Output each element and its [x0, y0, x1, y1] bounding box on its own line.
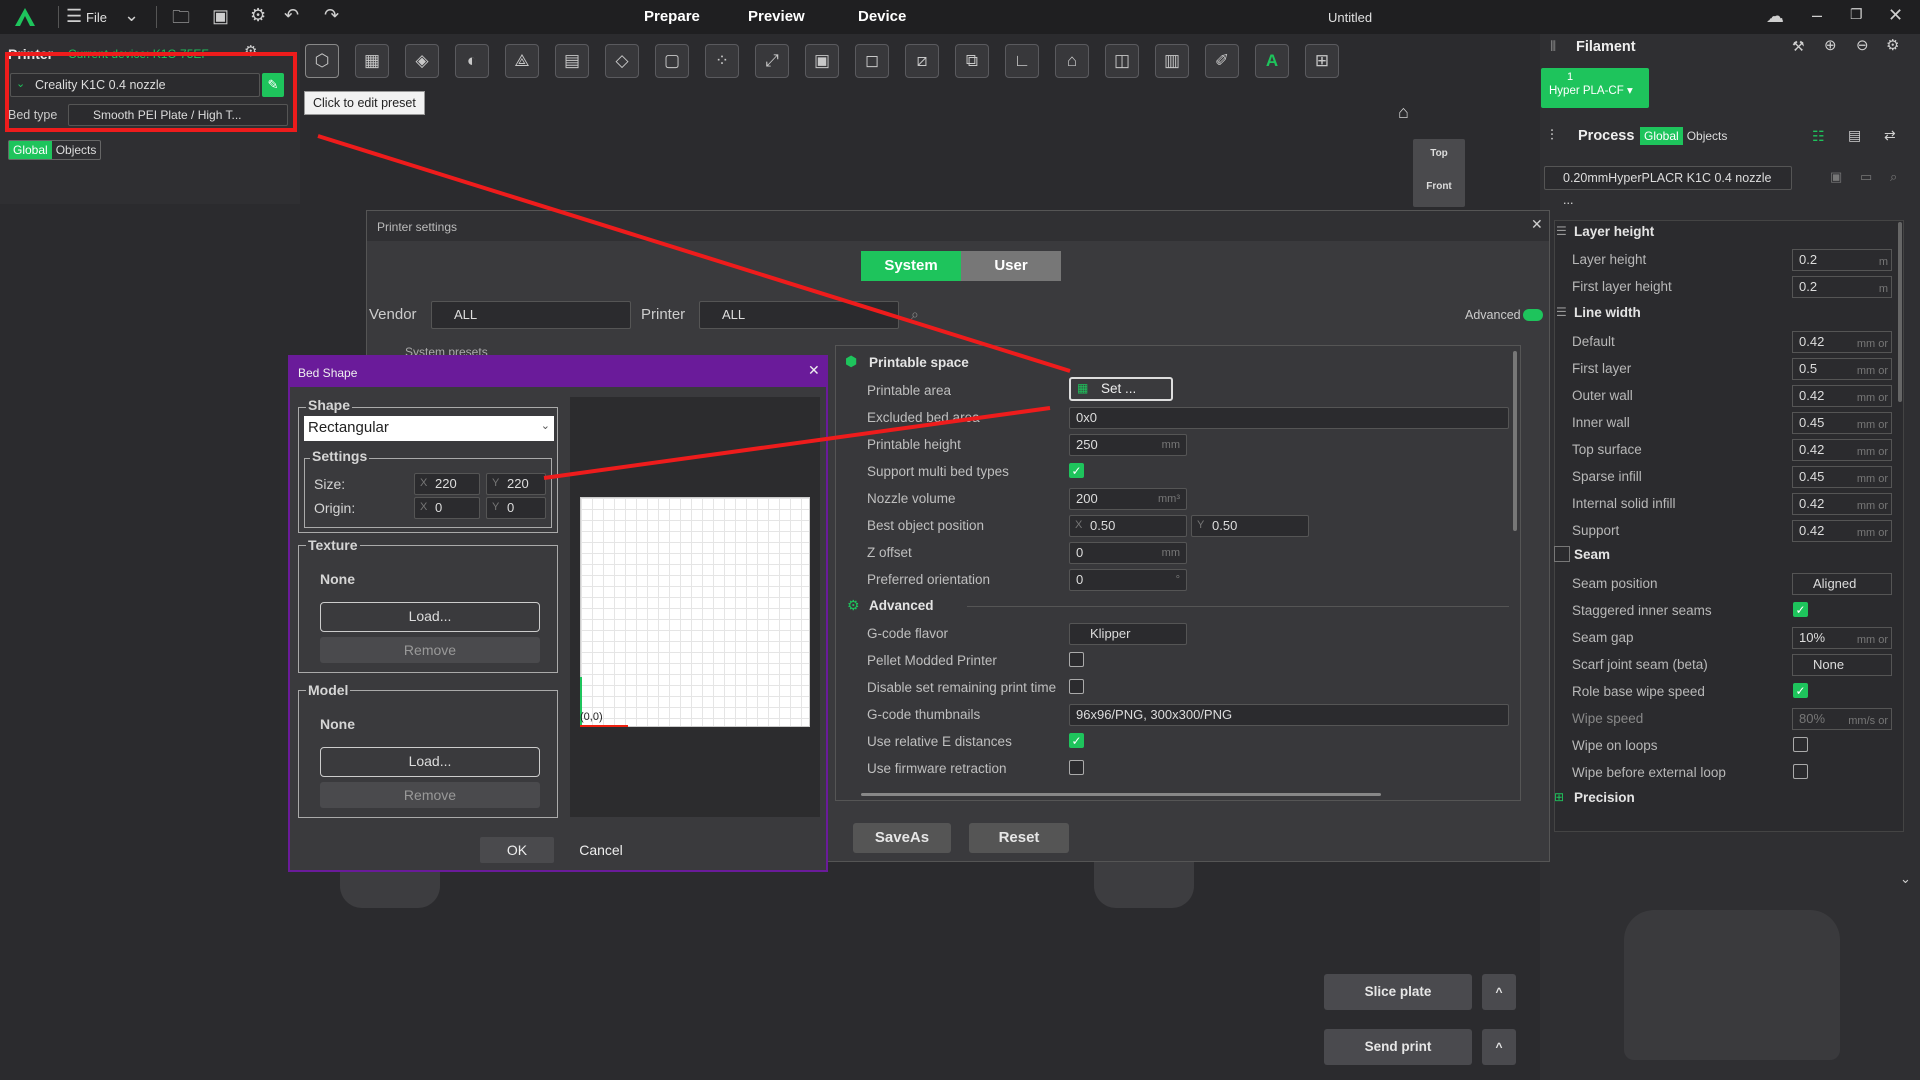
- annotation-line: [543, 406, 1051, 480]
- annotation-arrows: [317, 134, 1071, 480]
- annotation-line: [317, 134, 1071, 373]
